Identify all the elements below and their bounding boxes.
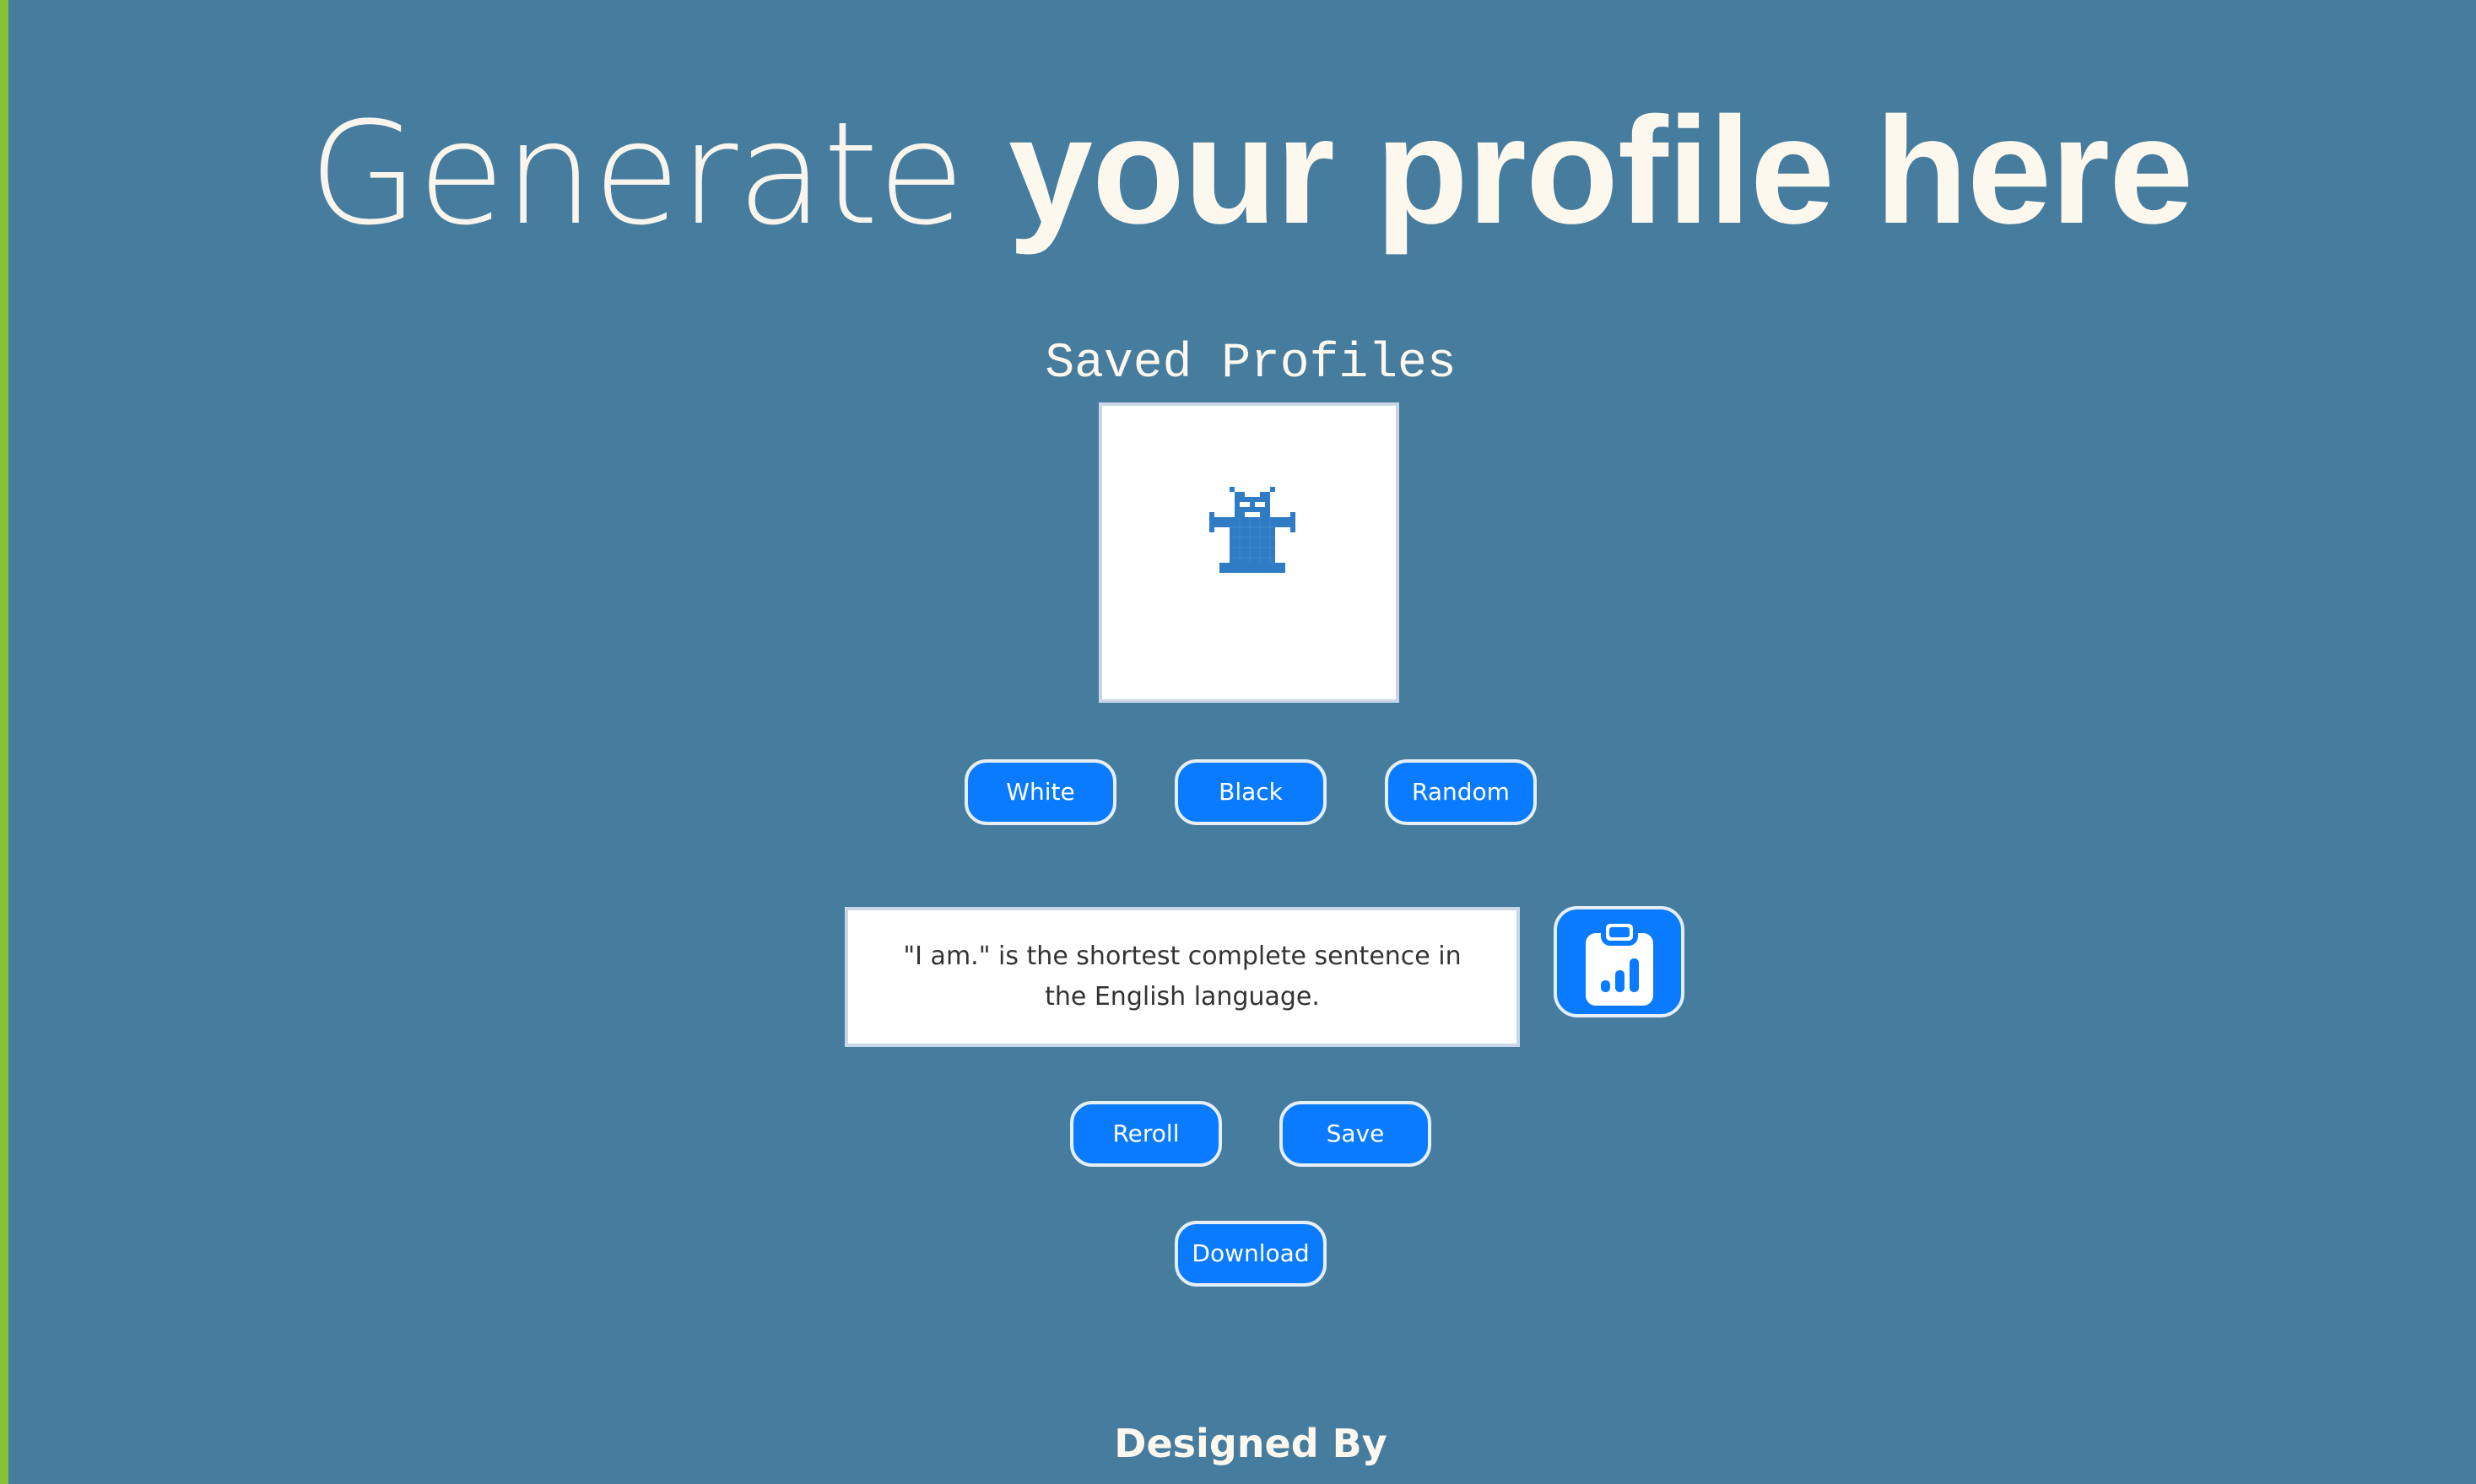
- pixel-monster-icon: [1209, 487, 1295, 573]
- reroll-button[interactable]: Reroll: [1070, 1101, 1222, 1167]
- save-button[interactable]: Save: [1279, 1101, 1431, 1167]
- quote-text: "I am." is the shortest complete sentenc…: [903, 942, 1462, 1012]
- clipboard-chart-icon: [1586, 919, 1653, 1006]
- page-title-light: Generate: [308, 91, 965, 256]
- saved-profiles-title: Saved Profiles: [1045, 337, 1457, 391]
- avatar-preview: [1099, 402, 1399, 703]
- random-color-button[interactable]: Random: [1385, 759, 1537, 825]
- download-button[interactable]: Download: [1175, 1221, 1327, 1287]
- page-title: Generate your profile here: [0, 91, 2476, 256]
- copy-quote-button[interactable]: [1554, 906, 1684, 1017]
- white-color-button[interactable]: White: [965, 759, 1116, 825]
- quote-display: "I am." is the shortest complete sentenc…: [845, 907, 1520, 1047]
- page-title-bold: your profile here: [1008, 86, 2193, 256]
- footer-designed-by: Designed By: [1114, 1421, 1387, 1466]
- black-color-button[interactable]: Black: [1175, 759, 1327, 825]
